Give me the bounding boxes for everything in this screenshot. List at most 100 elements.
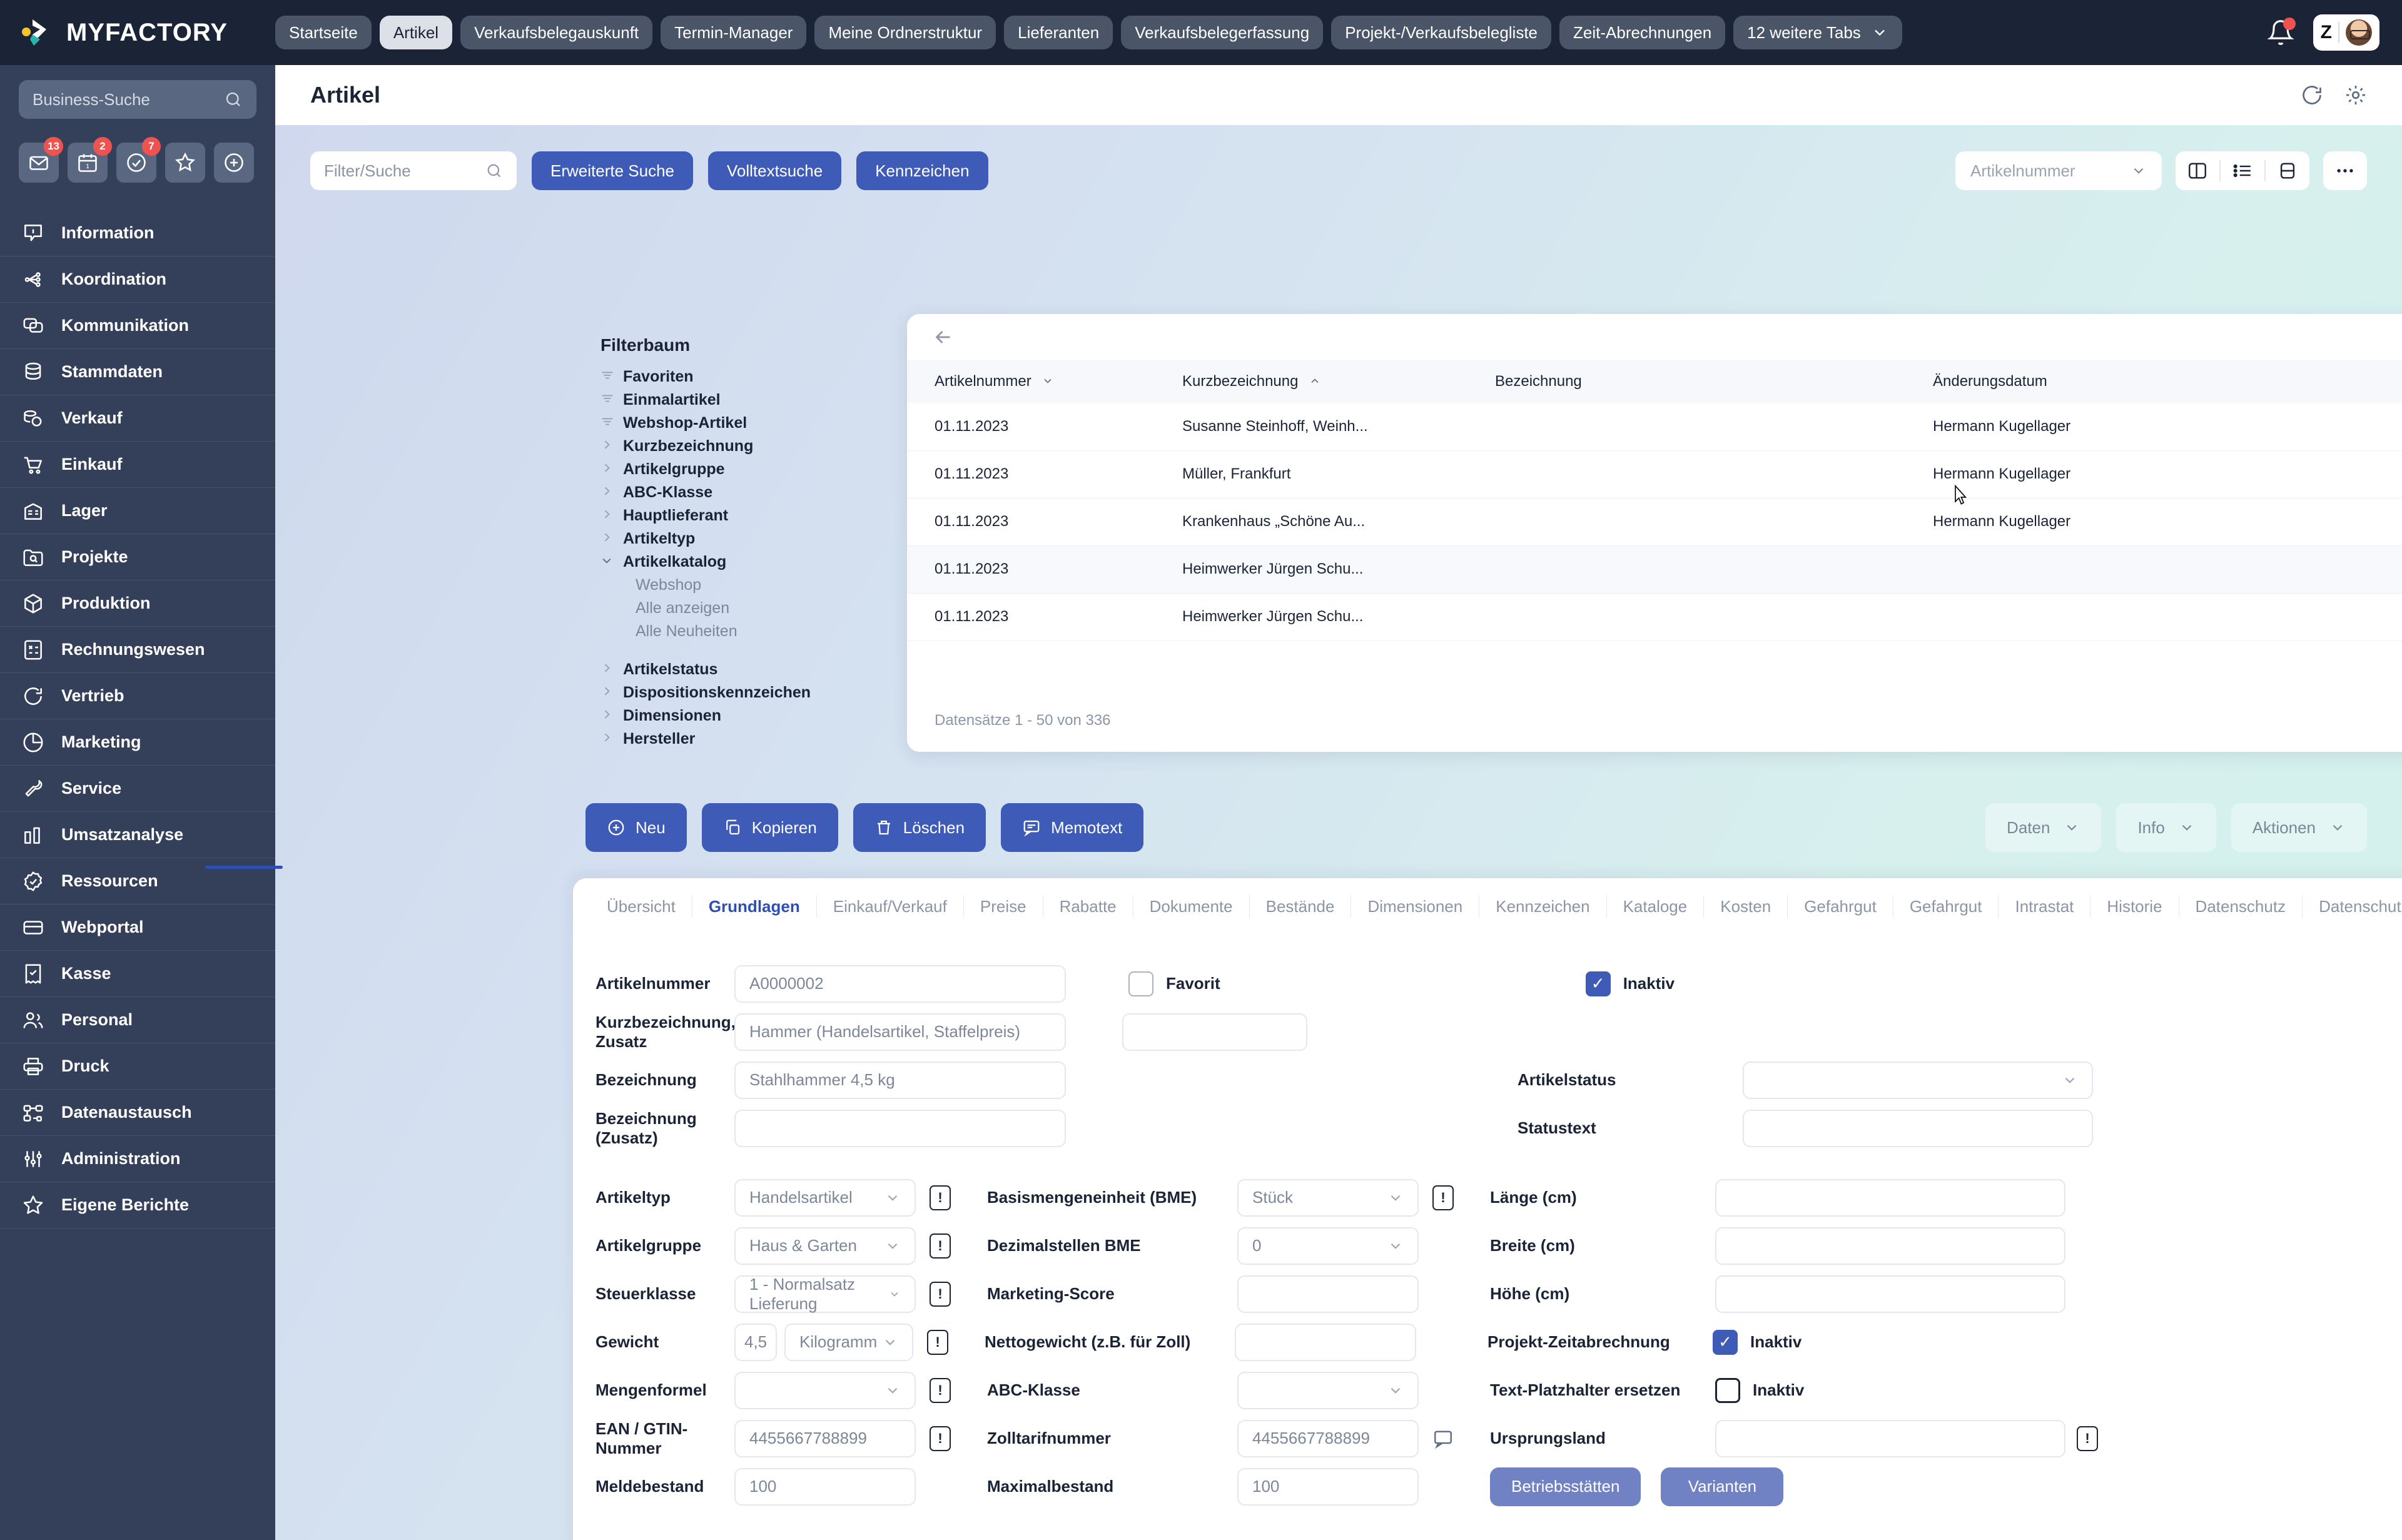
betriebsstaetten-button[interactable]: Betriebsstätten (1490, 1467, 1641, 1506)
business-search-input[interactable]: Business-Suche (19, 80, 256, 119)
daten-dropdown[interactable]: Daten (1985, 803, 2101, 852)
input-hoehe[interactable] (1715, 1275, 2065, 1313)
tab-gefahrgut[interactable]: Gefahrgut (1893, 895, 1999, 918)
tree-toggle[interactable] (600, 731, 613, 747)
select-gewicht-einheit[interactable]: Kilogramm (784, 1324, 913, 1361)
copy-button[interactable]: Kopieren (702, 803, 838, 852)
memotext-button[interactable]: Memotext (1001, 803, 1143, 852)
filter-tree-item-dimensionen[interactable]: Dimensionen (600, 704, 926, 727)
sidebar-item-verkauf[interactable]: Verkauf (0, 395, 275, 442)
info-box-bme[interactable]: ! (1432, 1185, 1454, 1210)
sidebar-item-marketing[interactable]: Marketing (0, 719, 275, 766)
select-artikelstatus[interactable] (1743, 1061, 2093, 1099)
quick-action-check-circle[interactable]: 7 (116, 143, 156, 183)
tree-toggle[interactable] (600, 392, 613, 409)
top-tab-zeit-abrechnungen[interactable]: Zeit-Abrechnungen (1559, 16, 1725, 50)
tab-best-nde[interactable]: Bestände (1250, 895, 1352, 918)
info-box-steuerklasse[interactable]: ! (930, 1282, 951, 1307)
user-menu[interactable]: Z (2313, 14, 2379, 51)
sidebar-item-datenaustausch[interactable]: Datenaustausch (0, 1090, 275, 1136)
sidebar-item-administration[interactable]: Administration (0, 1136, 275, 1182)
more-options-button[interactable] (2323, 151, 2367, 190)
table-row[interactable]: 01.11.2023Müller, FrankfurtHermann Kugel… (907, 450, 2402, 498)
advanced-search-button[interactable]: Erweiterte Suche (532, 151, 693, 190)
app-logo[interactable]: MYFACTORY (0, 16, 275, 49)
table-row[interactable]: 01.11.2023Krankenhaus „Schöne Au...Herma… (907, 498, 2402, 545)
filter-tree-item-hersteller[interactable]: Hersteller (600, 727, 926, 751)
delete-button[interactable]: Löschen (853, 803, 986, 852)
input-bezeichnung-zusatz[interactable] (734, 1110, 1066, 1147)
refresh-icon[interactable] (2301, 84, 2323, 106)
tab-dokumente[interactable]: Dokumente (1133, 895, 1250, 918)
tab-preise[interactable]: Preise (964, 895, 1043, 918)
select-dezimalstellen[interactable]: 0 (1237, 1227, 1419, 1265)
input-artikelnummer[interactable]: A0000002 (734, 965, 1066, 1003)
top-tab-projekt-verkaufsbelegliste[interactable]: Projekt-/Verkaufsbelegliste (1331, 16, 1551, 50)
col-header-artikelnummer[interactable]: Artikelnummer (907, 360, 1182, 403)
filter-tree-sub-alle-neuheiten[interactable]: Alle Neuheiten (600, 620, 926, 643)
sidebar-item-eigene-berichte[interactable]: Eigene Berichte (0, 1182, 275, 1228)
tab-intrastat[interactable]: Intrastat (1999, 895, 2090, 918)
list-view-icon[interactable] (2232, 160, 2253, 181)
tree-toggle[interactable] (600, 531, 613, 547)
info-box-ean[interactable]: ! (930, 1426, 951, 1451)
filter-tree-item-webshop-artikel[interactable]: Webshop-Artikel (600, 412, 926, 435)
tab-datenschutz[interactable]: Datenschutz (2179, 895, 2303, 918)
sidebar-item-projekte[interactable]: Projekte (0, 534, 275, 580)
sidebar-item-koordination[interactable]: Koordination (0, 256, 275, 303)
checkbox-projekt-zeitabrechnung[interactable]: ✓ (1713, 1330, 1738, 1355)
flags-button[interactable]: Kennzeichen (856, 151, 988, 190)
tab-gefahrgut[interactable]: Gefahrgut (1788, 895, 1893, 918)
stacked-view-icon[interactable] (2277, 160, 2298, 181)
filter-tree-item-artikeltyp[interactable]: Artikeltyp (600, 527, 926, 550)
top-tab-meine-ordnerstruktur[interactable]: Meine Ordnerstruktur (814, 16, 996, 50)
tab-historie[interactable]: Historie (2090, 895, 2179, 918)
input-ursprungsland[interactable] (1715, 1420, 2065, 1457)
select-artikeltyp[interactable]: Handelsartikel (734, 1179, 916, 1217)
top-tab-termin-manager[interactable]: Termin-Manager (661, 16, 806, 50)
tree-toggle[interactable] (600, 708, 613, 724)
checkbox-inaktiv[interactable]: ✓ (1586, 971, 1611, 996)
sidebar-item-druck[interactable]: Druck (0, 1043, 275, 1090)
tab-rabatte[interactable]: Rabatte (1043, 895, 1133, 918)
varianten-button[interactable]: Varianten (1661, 1467, 1783, 1506)
select-bme[interactable]: Stück (1237, 1179, 1419, 1217)
aktionen-dropdown[interactable]: Aktionen (2231, 803, 2367, 852)
back-arrow-icon[interactable] (932, 326, 955, 348)
filter-tree-item-abc-klasse[interactable]: ABC-Klasse (600, 481, 926, 504)
sidebar-item-information[interactable]: Information (0, 210, 275, 256)
info-box-mengenformel[interactable]: ! (930, 1378, 951, 1403)
filter-tree-sub-alle-anzeigen[interactable]: Alle anzeigen (600, 597, 926, 620)
more-tabs-dropdown[interactable]: 12 weitere Tabs (1733, 16, 1902, 50)
input-maximalbestand[interactable]: 100 (1237, 1468, 1419, 1506)
sidebar-item-produktion[interactable]: Produktion (0, 580, 275, 627)
split-view-icon[interactable] (2187, 160, 2208, 181)
sidebar-item-lager[interactable]: Lager (0, 488, 275, 534)
quick-action-mail[interactable]: 13 (19, 143, 59, 183)
input-zolltarifnummer[interactable]: 4455667788899 (1237, 1420, 1419, 1457)
input-gewicht[interactable]: 4,5 (734, 1324, 777, 1361)
quick-action-plus-circle[interactable] (214, 143, 254, 183)
select-mengenformel[interactable] (734, 1372, 916, 1409)
tab-kennzeichen[interactable]: Kennzeichen (1479, 895, 1606, 918)
input-breite[interactable] (1715, 1227, 2065, 1265)
tree-toggle[interactable] (600, 662, 613, 678)
info-box-ursprungsland[interactable]: ! (2077, 1426, 2098, 1451)
input-marketing-score[interactable] (1237, 1275, 1419, 1313)
input-ean[interactable]: 4455667788899 (734, 1420, 916, 1457)
select-artikelgruppe[interactable]: Haus & Garten (734, 1227, 916, 1265)
filter-tree-item-artikelkatalog[interactable]: Artikelkatalog (600, 550, 926, 574)
sidebar-item-stammdaten[interactable]: Stammdaten (0, 349, 275, 395)
filter-tree-item-einmalartikel[interactable]: Einmalartikel (600, 388, 926, 412)
filter-tree-item-artikelstatus[interactable]: Artikelstatus (600, 658, 926, 681)
input-nettogewicht[interactable] (1235, 1324, 1416, 1361)
input-bezeichnung[interactable]: Stahlhammer 4,5 kg (734, 1061, 1066, 1099)
sidebar-item-einkauf[interactable]: Einkauf (0, 442, 275, 488)
tree-toggle[interactable] (600, 485, 613, 501)
tab-einkauf-verkauf[interactable]: Einkauf/Verkauf (817, 895, 964, 918)
tab-datenschutz[interactable]: Datenschutz (2303, 895, 2402, 918)
col-header-bezeichnung[interactable]: Bezeichnung (1495, 360, 1933, 403)
tab-kataloge[interactable]: Kataloge (1607, 895, 1705, 918)
filter-tree-item-dispositionskennzeichen[interactable]: Dispositionskennzeichen (600, 681, 926, 704)
top-tab-artikel[interactable]: Artikel (380, 16, 452, 50)
